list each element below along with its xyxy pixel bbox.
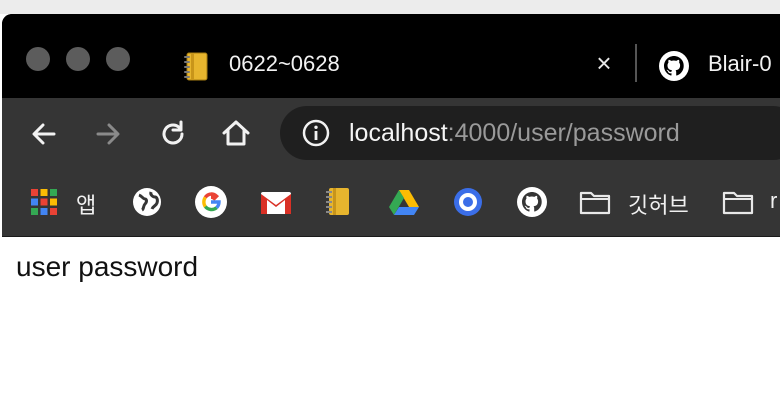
globe-icon[interactable] bbox=[131, 186, 163, 218]
home-icon[interactable] bbox=[218, 116, 254, 152]
notebook-icon bbox=[184, 52, 208, 81]
page-content: user password bbox=[0, 237, 780, 408]
forward-arrow-icon[interactable] bbox=[90, 116, 126, 152]
gmail-icon[interactable] bbox=[260, 190, 292, 216]
close-window-button[interactable] bbox=[26, 47, 50, 71]
bookmarks-bar: 앱 깃허브 r bbox=[2, 170, 780, 237]
github-icon[interactable] bbox=[516, 186, 548, 218]
close-tab-icon[interactable]: × bbox=[592, 50, 616, 76]
bookmark-folder-label[interactable]: 깃허브 bbox=[628, 188, 689, 220]
google-drive-icon[interactable] bbox=[388, 188, 420, 216]
back-arrow-icon[interactable] bbox=[26, 116, 62, 152]
github-icon bbox=[659, 51, 689, 81]
reload-icon[interactable] bbox=[155, 116, 191, 152]
tab-title: Blair-0 bbox=[708, 51, 772, 76]
notebook-icon[interactable] bbox=[324, 185, 352, 217]
tab-separator bbox=[635, 44, 637, 82]
info-icon[interactable] bbox=[302, 119, 330, 147]
address-bar[interactable]: localhost:4000/user/password bbox=[280, 106, 780, 160]
url-text[interactable]: localhost:4000/user/password bbox=[349, 119, 680, 148]
zoom-window-button[interactable] bbox=[106, 47, 130, 71]
folder-icon[interactable] bbox=[722, 190, 754, 216]
tab-title: 0622~0628 bbox=[229, 51, 340, 76]
url-path: :4000/user/password bbox=[447, 119, 680, 147]
macos-menubar bbox=[0, 0, 780, 14]
bookmark-folder-label[interactable]: r bbox=[770, 188, 777, 214]
folder-icon[interactable] bbox=[579, 190, 611, 216]
url-host: localhost bbox=[349, 119, 448, 147]
browser-toolbar: localhost:4000/user/password bbox=[2, 98, 780, 170]
tab-strip: 0622~0628 × Blair-0 bbox=[2, 14, 780, 98]
blue-circle-icon[interactable] bbox=[452, 186, 484, 218]
minimize-window-button[interactable] bbox=[66, 47, 90, 71]
apps-grid-icon[interactable] bbox=[30, 188, 58, 216]
bookmark-apps-label[interactable]: 앱 bbox=[76, 188, 96, 220]
google-icon[interactable] bbox=[194, 185, 228, 219]
page-body-text: user password bbox=[16, 251, 199, 282]
